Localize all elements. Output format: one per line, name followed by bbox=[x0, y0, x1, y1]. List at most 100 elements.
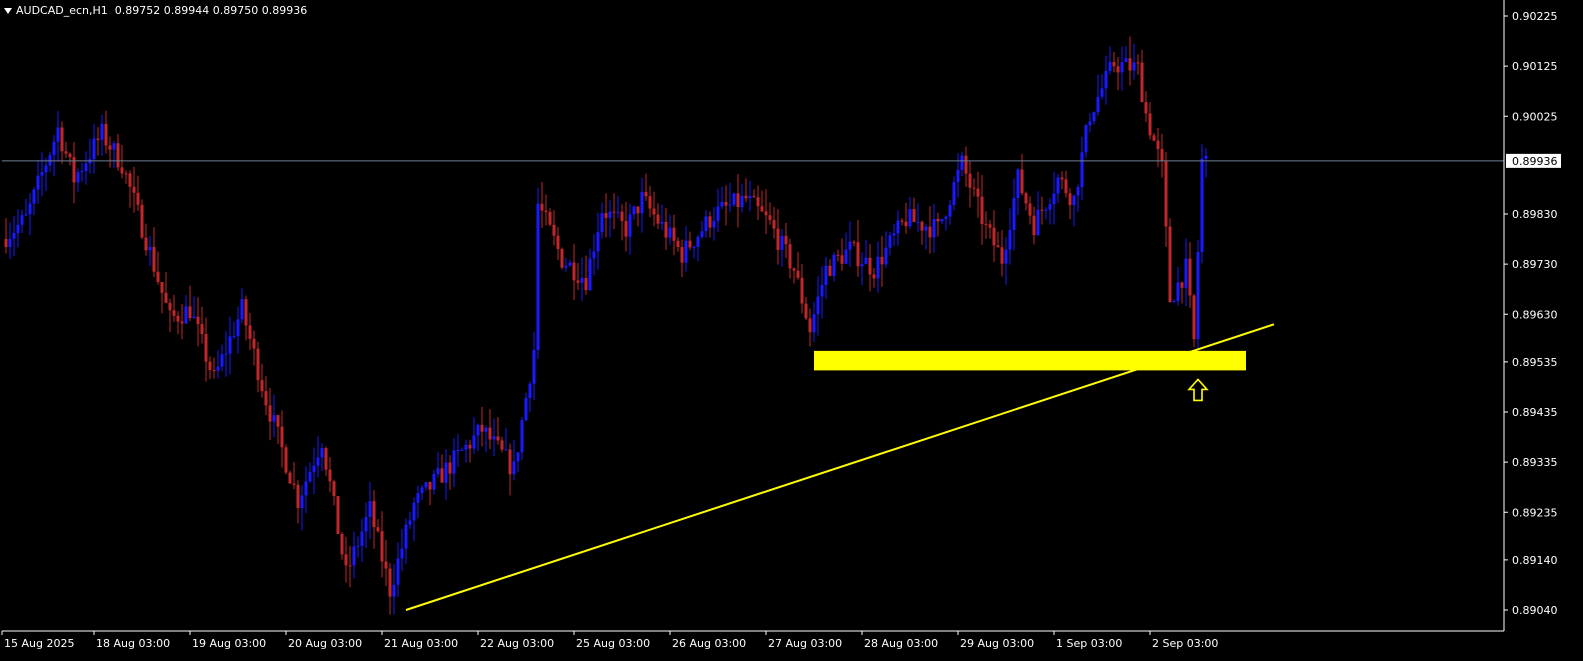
candle bbox=[120, 144, 124, 179]
candle bbox=[352, 531, 356, 579]
candle bbox=[908, 196, 912, 230]
y-tick-label: 0.90125 bbox=[1512, 60, 1558, 73]
candle bbox=[656, 203, 660, 230]
candle bbox=[896, 210, 900, 246]
candle bbox=[892, 223, 896, 246]
support-zone[interactable] bbox=[814, 350, 1246, 371]
candle bbox=[1012, 178, 1016, 251]
candle bbox=[884, 231, 888, 268]
candle bbox=[588, 248, 592, 291]
candle bbox=[968, 161, 972, 208]
candle bbox=[288, 470, 292, 484]
candle bbox=[580, 257, 584, 301]
candle bbox=[464, 439, 468, 463]
candle bbox=[776, 209, 780, 265]
candle bbox=[1096, 74, 1100, 116]
candle bbox=[1196, 240, 1200, 351]
candle bbox=[700, 220, 704, 240]
candle bbox=[164, 271, 168, 304]
candle bbox=[996, 231, 1000, 248]
candle bbox=[636, 206, 640, 227]
x-tick-label: 19 Aug 03:00 bbox=[192, 637, 266, 650]
candle bbox=[864, 239, 868, 265]
candle bbox=[472, 417, 476, 454]
candle bbox=[1104, 55, 1108, 105]
candle bbox=[104, 110, 108, 154]
x-tick-label: 27 Aug 03:00 bbox=[768, 637, 842, 650]
candle bbox=[612, 193, 616, 229]
candle bbox=[1112, 52, 1116, 73]
candle bbox=[952, 176, 956, 211]
candle bbox=[420, 484, 424, 501]
candle bbox=[832, 252, 836, 282]
candle bbox=[1100, 74, 1104, 100]
candle bbox=[424, 482, 428, 491]
candle bbox=[1168, 218, 1172, 303]
candle bbox=[336, 496, 340, 535]
candle bbox=[344, 536, 348, 583]
x-tick-label: 20 Aug 03:00 bbox=[288, 637, 362, 650]
candle bbox=[492, 418, 496, 456]
candle bbox=[312, 447, 316, 494]
candle bbox=[252, 330, 256, 366]
candle bbox=[320, 443, 324, 472]
y-tick-label: 0.89435 bbox=[1512, 406, 1558, 419]
y-tick-label: 0.89535 bbox=[1512, 356, 1558, 369]
candle bbox=[676, 237, 680, 252]
candle bbox=[168, 298, 172, 333]
candle bbox=[624, 201, 628, 252]
candle bbox=[668, 214, 672, 245]
candle bbox=[1004, 237, 1008, 285]
candle bbox=[576, 263, 580, 290]
candle bbox=[924, 223, 928, 250]
candle bbox=[824, 256, 828, 300]
candle bbox=[396, 542, 400, 597]
candle bbox=[764, 189, 768, 235]
candle bbox=[56, 111, 60, 162]
candle bbox=[752, 189, 756, 198]
up-arrow-icon[interactable] bbox=[1187, 378, 1209, 402]
candle bbox=[1108, 46, 1112, 75]
candle bbox=[236, 306, 240, 354]
candle bbox=[192, 296, 196, 319]
candle bbox=[16, 209, 20, 248]
candle bbox=[24, 198, 28, 217]
candle bbox=[772, 207, 776, 239]
candle bbox=[128, 170, 132, 208]
candle bbox=[848, 221, 852, 267]
price-chart[interactable]: 0.90225 0.90125 0.90025 0.89830 0.89730 0.896… bbox=[0, 0, 1583, 661]
candle bbox=[136, 175, 140, 212]
x-tick-label: 2 Sep 03:00 bbox=[1152, 637, 1218, 650]
candle bbox=[660, 204, 664, 231]
candle bbox=[444, 449, 448, 500]
candle bbox=[516, 451, 520, 472]
candle bbox=[528, 381, 532, 413]
candle bbox=[860, 252, 864, 286]
candle bbox=[920, 220, 924, 245]
x-tick-label: 15 Aug 2025 bbox=[4, 637, 74, 650]
candle bbox=[1060, 171, 1064, 190]
candle bbox=[284, 444, 288, 475]
candle bbox=[160, 281, 164, 314]
candle bbox=[608, 200, 612, 238]
candle bbox=[152, 227, 156, 278]
candle bbox=[584, 255, 588, 295]
candle bbox=[512, 439, 516, 481]
candle bbox=[264, 376, 268, 416]
candle bbox=[868, 243, 872, 292]
candle bbox=[224, 331, 228, 377]
candle bbox=[796, 251, 800, 280]
candle bbox=[1204, 148, 1208, 179]
candle bbox=[1188, 241, 1192, 308]
candle bbox=[384, 539, 388, 587]
candle bbox=[684, 226, 688, 272]
candle bbox=[984, 211, 988, 239]
candle bbox=[308, 462, 312, 483]
candle bbox=[944, 215, 948, 231]
candle bbox=[200, 306, 204, 344]
candle bbox=[480, 406, 484, 447]
candle bbox=[592, 234, 596, 276]
candle bbox=[1200, 144, 1204, 264]
x-tick-label: 22 Aug 03:00 bbox=[480, 637, 554, 650]
candle bbox=[820, 266, 824, 319]
